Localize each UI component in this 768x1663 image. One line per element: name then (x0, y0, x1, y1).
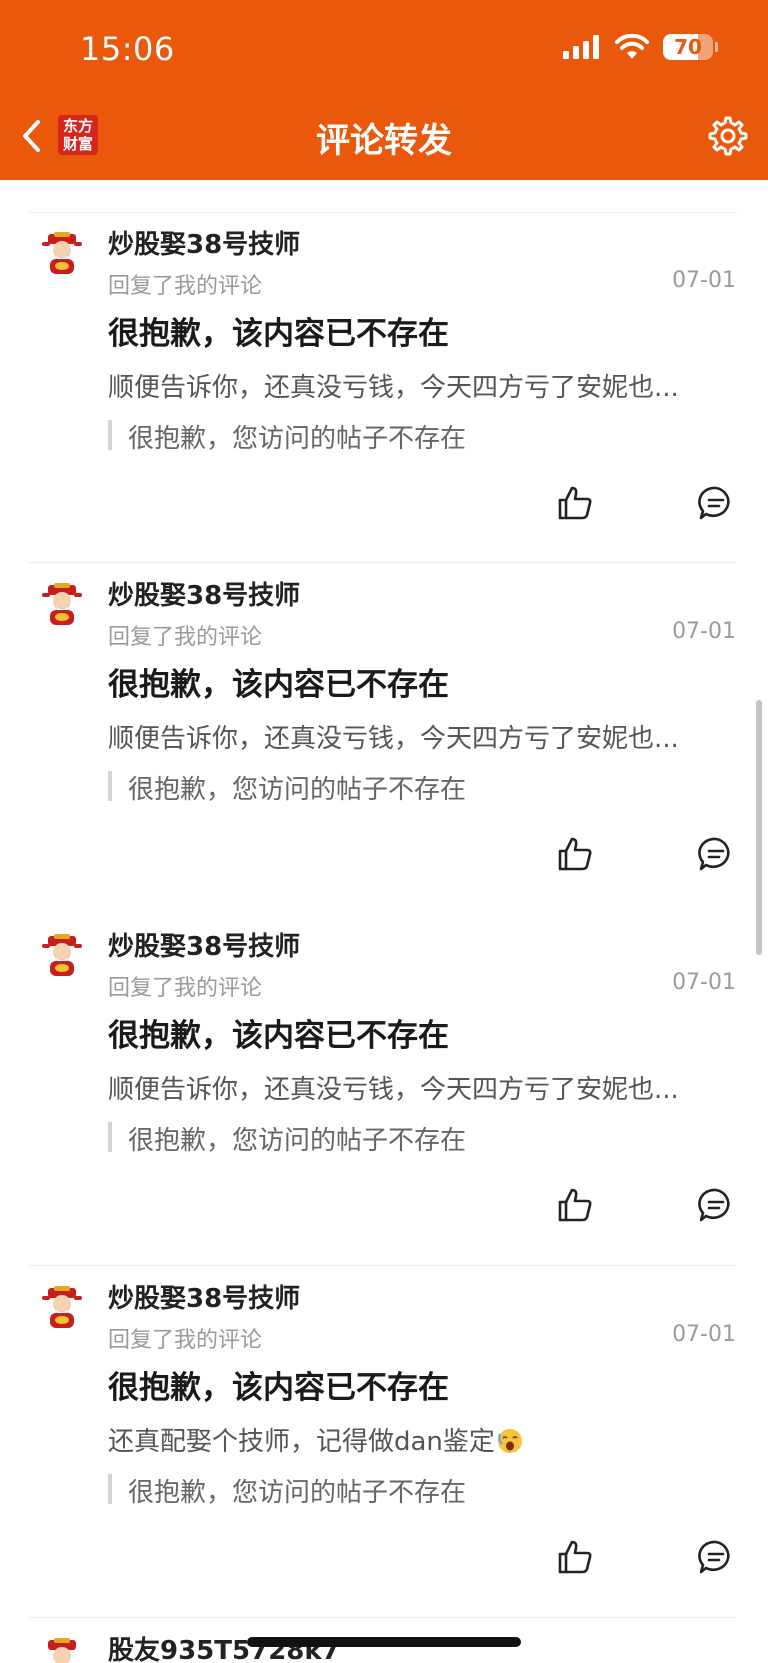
date: 07-01 (672, 268, 736, 293)
comment-item[interactable]: 炒股娶38号技师 回复了我的评论 07-01 很抱歉，该内容已不存在 顺便告诉你… (0, 563, 768, 913)
reply-snippet[interactable]: 顺便告诉你，还真没亏钱，今天四方亏了安妮也... (108, 1069, 738, 1106)
thumbs-up-icon[interactable] (556, 835, 594, 873)
comment-icon[interactable] (697, 1186, 735, 1224)
thumbs-up-icon[interactable] (556, 1538, 594, 1576)
avatar-caishen[interactable] (40, 1638, 84, 1663)
comment-item[interactable]: 炒股娶38号技师 回复了我的评论 07-01 很抱歉，该内容已不存在 还真配娶个… (0, 1266, 768, 1616)
thumbs-up-icon[interactable] (556, 484, 594, 522)
battery-indicator: 70 (663, 34, 713, 60)
wifi-icon (615, 34, 649, 59)
headline[interactable]: 很抱歉，该内容已不存在 (108, 1010, 449, 1055)
date: 07-01 (672, 970, 736, 995)
gear-icon[interactable] (708, 116, 748, 156)
date: 07-01 (672, 1322, 736, 1347)
battery-level: 70 (674, 35, 702, 59)
username[interactable]: 炒股娶38号技师 (108, 926, 300, 963)
quote-bar (108, 1122, 112, 1152)
avatar-caishen[interactable] (40, 1286, 84, 1330)
scrollbar[interactable] (756, 700, 762, 955)
comment-item[interactable]: 炒股娶38号技师 回复了我的评论 07-01 很抱歉，该内容已不存在 顺便告诉你… (0, 212, 768, 562)
reply-snippet-container[interactable]: 还真配娶个技师，记得做dan鉴定 (108, 1421, 738, 1458)
username[interactable]: 炒股娶38号技师 (108, 575, 300, 612)
status-time: 15:06 (80, 30, 175, 68)
status-icons: 70 (563, 34, 718, 60)
comment-icon[interactable] (697, 835, 735, 873)
reply-snippet[interactable]: 顺便告诉你，还真没亏钱，今天四方亏了安妮也... (108, 367, 738, 404)
avatar-caishen[interactable] (40, 934, 84, 978)
page-title: 评论转发 (316, 121, 452, 161)
thumbs-up-icon[interactable] (556, 1186, 594, 1224)
comment-item[interactable]: 炒股娶38号技师 回复了我的评论 07-01 很抱歉，该内容已不存在 顺便告诉你… (0, 914, 768, 1264)
signal-icon (563, 35, 599, 59)
reply-snippet[interactable]: 顺便告诉你，还真没亏钱，今天四方亏了安妮也... (108, 718, 738, 755)
date: 07-01 (672, 619, 736, 644)
headline[interactable]: 很抱歉，该内容已不存在 (108, 1362, 449, 1407)
action-text: 回复了我的评论 (108, 274, 263, 299)
quoted-text[interactable]: 很抱歉，您访问的帖子不存在 (128, 769, 466, 806)
username[interactable]: 炒股娶38号技师 (108, 224, 300, 261)
quote-bar (108, 1474, 112, 1504)
quoted-text[interactable]: 很抱歉，您访问的帖子不存在 (128, 1472, 466, 1509)
app-header: 15:06 70 东方 财富 评论转发 (0, 0, 768, 180)
comment-icon[interactable] (697, 1538, 735, 1576)
action-text: 回复了我的评论 (108, 625, 263, 650)
quote-bar (108, 771, 112, 801)
action-text: 回复了我的评论 (108, 976, 263, 1001)
headline[interactable]: 很抱歉，该内容已不存在 (108, 659, 449, 704)
action-text: 回复了我的评论 (108, 1328, 263, 1353)
avatar-caishen[interactable] (40, 232, 84, 276)
battery-tip (715, 42, 718, 52)
quoted-text[interactable]: 很抱歉，您访问的帖子不存在 (128, 1120, 466, 1157)
reply-snippet: 还真配娶个技师，记得做dan鉴定 (108, 1427, 495, 1457)
home-indicator[interactable] (247, 1637, 521, 1647)
headline[interactable]: 很抱歉，该内容已不存在 (108, 308, 449, 353)
comment-feed[interactable]: 炒股娶38号技师 回复了我的评论 07-01 很抱歉，该内容已不存在 顺便告诉你… (0, 180, 768, 1663)
avatar-caishen[interactable] (40, 583, 84, 627)
comment-icon[interactable] (697, 484, 735, 522)
quote-bar (108, 420, 112, 450)
username[interactable]: 炒股娶38号技师 (108, 1278, 300, 1315)
emoji-face-icon (497, 1429, 522, 1453)
quoted-text[interactable]: 很抱歉，您访问的帖子不存在 (128, 418, 466, 455)
